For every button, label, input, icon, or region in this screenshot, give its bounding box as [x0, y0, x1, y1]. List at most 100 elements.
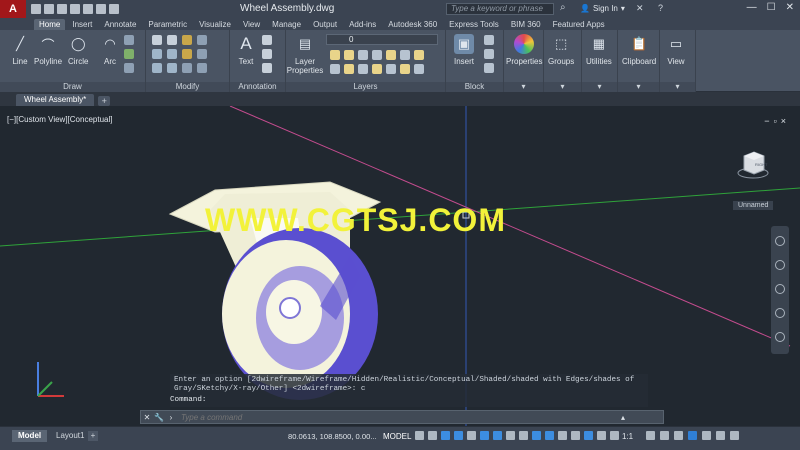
transparency-icon[interactable] — [519, 431, 528, 440]
search-input[interactable]: Type a keyword or phrase — [446, 3, 554, 15]
gizmo-icon[interactable] — [584, 431, 593, 440]
maximize-button[interactable]: ☐ — [767, 2, 776, 13]
circle-tool[interactable]: ◯ Circle — [68, 34, 88, 66]
clipboard-tool[interactable]: 📋 Clipboard — [622, 34, 656, 66]
rectangle-icon[interactable] — [124, 35, 134, 45]
scale-icon[interactable] — [167, 63, 177, 73]
isodraft-icon[interactable] — [467, 431, 476, 440]
layer-previous-icon[interactable] — [400, 50, 410, 60]
tab-output[interactable]: Output — [308, 19, 342, 30]
attribute-icon[interactable] — [484, 63, 494, 73]
layers-panel-title[interactable]: Layers — [286, 82, 445, 92]
zoom-icon[interactable] — [775, 284, 785, 294]
utilities-panel[interactable]: ▦ Utilities ▾ — [582, 30, 618, 92]
tab-bim-360[interactable]: BIM 360 — [506, 19, 546, 30]
new-tab-button[interactable]: + — [98, 96, 111, 106]
undo-icon[interactable] — [96, 4, 106, 14]
close-icon[interactable]: ✕ — [141, 413, 153, 422]
search-icon[interactable]: ⌕ — [560, 2, 566, 13]
open-icon[interactable] — [44, 4, 54, 14]
view-chevron-icon[interactable]: ▾ — [660, 82, 695, 92]
modify-panel-title[interactable]: Modify — [146, 82, 229, 92]
layer-off-icon[interactable] — [330, 64, 340, 74]
groups-chevron-icon[interactable]: ▾ — [544, 82, 581, 92]
copy-icon[interactable] — [152, 49, 162, 59]
model-space-button[interactable]: MODEL — [383, 432, 411, 441]
draw-panel-title[interactable]: Draw — [0, 82, 145, 92]
model-tab[interactable]: Model — [12, 430, 48, 442]
dimension-icon[interactable] — [262, 35, 272, 45]
offset-icon[interactable] — [197, 63, 207, 73]
sign-in-button[interactable]: 👤 Sign In ▾ — [580, 4, 625, 13]
command-input[interactable] — [177, 411, 617, 423]
minimize-button[interactable]: — — [747, 2, 757, 13]
layer-on-icon[interactable] — [330, 50, 340, 60]
steering-wheel-icon[interactable] — [775, 236, 785, 246]
layer-properties-tool[interactable]: ▤ Layer Properties — [287, 34, 323, 75]
viewport-minimize-icon[interactable]: − — [764, 116, 769, 126]
customization-menu-icon[interactable] — [730, 431, 739, 440]
viewport-restore-icon[interactable]: ▫ — [774, 116, 777, 126]
layer-merge-icon[interactable] — [386, 64, 396, 74]
print-icon[interactable] — [83, 4, 93, 14]
properties-chevron-icon[interactable]: ▾ — [504, 82, 543, 92]
tab-home[interactable]: Home — [34, 19, 66, 30]
grid-icon[interactable] — [415, 431, 424, 440]
selection-cycling-icon[interactable] — [532, 431, 541, 440]
layer-lock-icon[interactable] — [358, 50, 368, 60]
ortho-icon[interactable] — [441, 431, 450, 440]
clipboard-chevron-icon[interactable]: ▾ — [618, 82, 659, 92]
erase-icon[interactable] — [197, 35, 207, 45]
tab-view[interactable]: View — [238, 19, 265, 30]
close-button[interactable]: ✕ — [786, 2, 794, 13]
layer-freeze-icon[interactable] — [344, 50, 354, 60]
array-icon[interactable] — [182, 63, 192, 73]
layer-dropdown[interactable]: 0 — [326, 34, 438, 45]
text-tool[interactable]: A Text — [236, 34, 256, 66]
create-block-icon[interactable] — [484, 35, 494, 45]
hatch-icon[interactable] — [124, 49, 134, 59]
line-tool[interactable]: ╱ Line — [10, 34, 30, 66]
stretch-icon[interactable] — [152, 63, 162, 73]
new-layout-button[interactable]: + — [88, 431, 98, 441]
selection-filter-icon[interactable] — [571, 431, 580, 440]
tab-parametric[interactable]: Parametric — [143, 19, 192, 30]
annotation-panel-title[interactable]: Annotation — [230, 82, 285, 92]
utilities-chevron-icon[interactable]: ▾ — [582, 82, 617, 92]
orbit-icon[interactable] — [775, 308, 785, 318]
help-icon[interactable]: ? — [658, 3, 663, 13]
tab-featured-apps[interactable]: Featured Apps — [548, 19, 610, 30]
arc-tool[interactable]: ◠ Arc — [100, 34, 120, 66]
layer-walk-icon[interactable] — [414, 50, 424, 60]
tab-insert[interactable]: Insert — [67, 19, 97, 30]
tab-autodesk-360[interactable]: Autodesk 360 — [383, 19, 442, 30]
new-icon[interactable] — [31, 4, 41, 14]
properties-tool[interactable]: Properties — [506, 34, 542, 66]
customize-icon[interactable]: 🔧 — [153, 413, 165, 422]
3d-osnap-icon[interactable] — [545, 431, 554, 440]
view-tool[interactable]: ▭ View — [666, 34, 686, 66]
app-menu-button[interactable]: A — [0, 0, 26, 18]
tab-add-ins[interactable]: Add-ins — [344, 19, 381, 30]
leader-icon[interactable] — [262, 49, 272, 59]
rotate-icon[interactable] — [167, 35, 177, 45]
mirror-icon[interactable] — [167, 49, 177, 59]
snap-icon[interactable] — [428, 431, 437, 440]
osnap-icon[interactable] — [493, 431, 502, 440]
groups-panel[interactable]: ⬚ Groups ▾ — [544, 30, 582, 92]
clean-screen-icon[interactable] — [716, 431, 725, 440]
table-icon[interactable] — [262, 63, 272, 73]
view-panel[interactable]: ▭ View ▾ — [660, 30, 696, 92]
edit-block-icon[interactable] — [484, 49, 494, 59]
polar-icon[interactable] — [454, 431, 463, 440]
trim-icon[interactable] — [182, 35, 192, 45]
ellipse-icon[interactable] — [124, 63, 134, 73]
tab-visualize[interactable]: Visualize — [194, 19, 236, 30]
utilities-tool[interactable]: ▦ Utilities — [586, 34, 612, 66]
layout1-tab[interactable]: Layout1 — [50, 430, 90, 442]
save-as-icon[interactable] — [70, 4, 80, 14]
tab-express-tools[interactable]: Express Tools — [444, 19, 504, 30]
dynamic-ucs-icon[interactable] — [558, 431, 567, 440]
showmotion-icon[interactable] — [775, 332, 785, 342]
explode-icon[interactable] — [197, 49, 207, 59]
